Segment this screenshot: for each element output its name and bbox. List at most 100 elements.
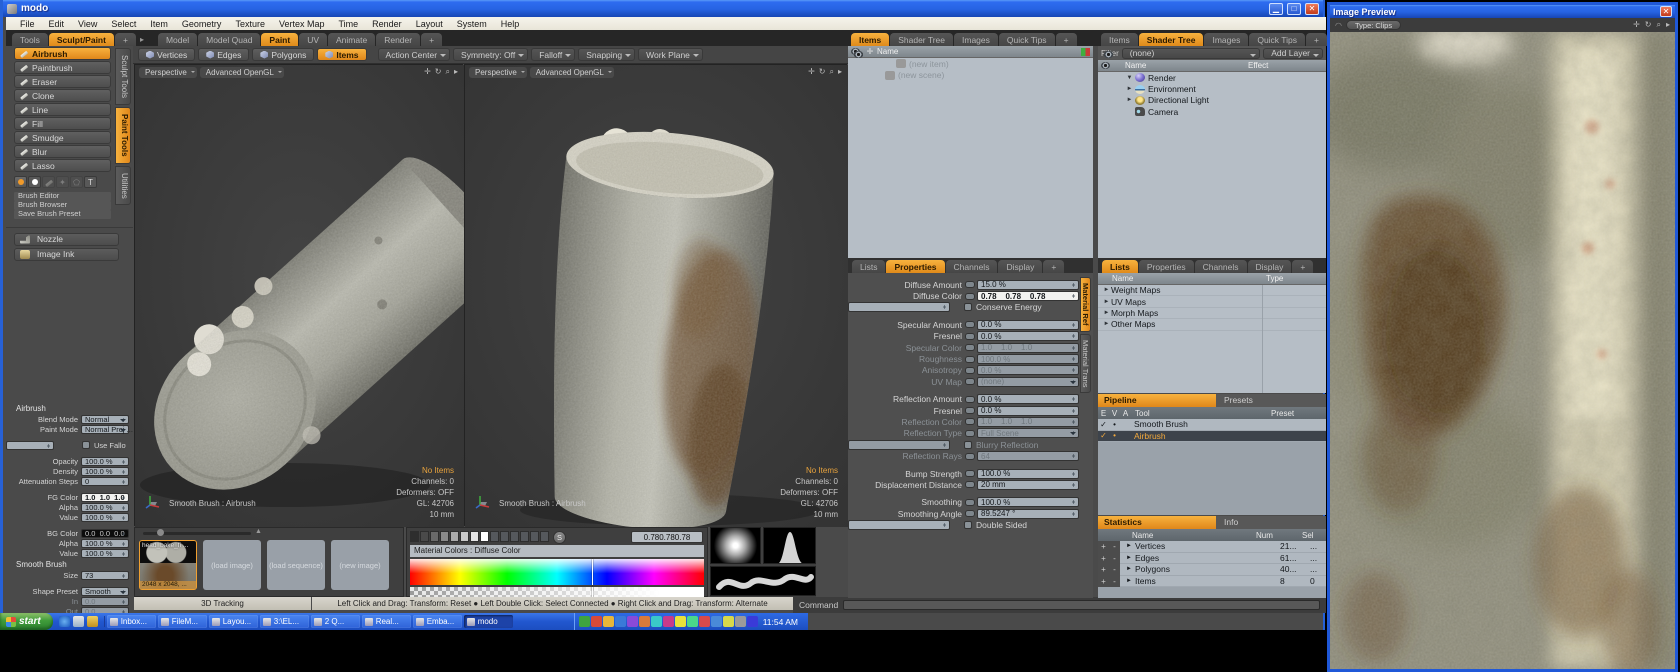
type-clips-dropdown[interactable]: Type: Clips <box>1346 20 1401 30</box>
spinner-icon[interactable] <box>1070 293 1077 299</box>
visible-dot[interactable]: • <box>1109 420 1120 429</box>
panel-tab[interactable]: Items <box>1101 33 1138 46</box>
menu-item[interactable]: View <box>72 19 103 29</box>
statistics-row[interactable]: + - ► Edges 61... ... <box>1098 553 1326 565</box>
swatch-empty[interactable] <box>500 531 509 542</box>
stroke-preview[interactable] <box>710 566 816 596</box>
tray-icon[interactable] <box>651 616 662 627</box>
layout-tab[interactable]: Model <box>158 33 197 46</box>
expand-icon[interactable]: ► <box>1126 566 1135 572</box>
setting-field[interactable] <box>6 441 54 450</box>
property-field[interactable]: 20 mm <box>977 480 1079 490</box>
swatch-empty[interactable] <box>510 531 519 542</box>
mini-toggle[interactable] <box>965 470 975 477</box>
tray-icon[interactable] <box>639 616 650 627</box>
round-tip-button[interactable] <box>14 176 27 188</box>
panel-tab[interactable]: Images <box>954 33 998 46</box>
name-column-header[interactable]: Name <box>1125 61 1146 70</box>
swatch-empty[interactable] <box>520 531 529 542</box>
setting-field[interactable]: 0.0 0.0 0.0 <box>81 529 129 538</box>
enable-check[interactable]: ✓ <box>1098 431 1109 440</box>
panel-tab[interactable]: + <box>1306 33 1327 46</box>
col-sel[interactable]: Sel <box>1302 531 1326 540</box>
pipeline-row[interactable]: ✓ • Airbrush <box>1098 431 1326 443</box>
poly-tip-button[interactable]: ⬠ <box>70 176 83 188</box>
shader-row[interactable]: ► Directional Light <box>1114 95 1326 106</box>
side-tab[interactable]: Sculpt Tools <box>115 48 131 105</box>
add-selection-button[interactable]: + <box>1098 541 1109 553</box>
zoom-icon[interactable]: ⌕ <box>830 67 834 77</box>
expand-icon[interactable]: ► <box>1102 287 1111 293</box>
swatch[interactable] <box>420 531 429 542</box>
load-sequence-slot[interactable]: (load sequence) <box>267 540 325 590</box>
statistics-row[interactable]: + - ► Vertices 21... ... <box>1098 541 1326 553</box>
zoom-icon[interactable]: ⌕ <box>446 67 450 77</box>
selection-mode-button[interactable]: Items <box>317 48 366 61</box>
mini-toggle[interactable] <box>965 510 975 517</box>
toolbar-dropdown[interactable]: Work Plane <box>638 48 703 61</box>
property-field[interactable]: 0.0 % <box>977 394 1079 404</box>
tray-icon[interactable] <box>687 616 698 627</box>
viewport-left[interactable]: Perspective Advanced OpenGL ✛↻⌕▸ No Item… <box>134 64 463 526</box>
side-tab[interactable]: Utilities <box>115 166 131 206</box>
expand-icon[interactable]: ▸ <box>1666 20 1670 30</box>
expand-icon[interactable]: ► <box>1102 299 1111 305</box>
col-tool[interactable]: Tool <box>1131 409 1271 418</box>
setting-field[interactable]: 73 <box>81 571 129 580</box>
spinner-icon[interactable] <box>120 589 127 595</box>
spinner-icon[interactable] <box>1070 430 1077 436</box>
layout-tab[interactable]: Paint <box>261 33 298 46</box>
setting-field[interactable]: 100.0 % <box>81 467 129 476</box>
expand-icon[interactable]: ▼ <box>1125 75 1134 81</box>
spinner-icon[interactable] <box>941 442 948 448</box>
map-row[interactable]: ► Weight Maps <box>1098 285 1326 296</box>
mini-toggle[interactable] <box>965 356 975 363</box>
toggle[interactable] <box>964 441 972 449</box>
nozzle-tool-button[interactable]: Image Ink <box>14 248 119 261</box>
maximize-button[interactable]: □ <box>1287 3 1301 15</box>
material-side-tab[interactable]: Material Ref <box>1080 277 1091 332</box>
swatch[interactable] <box>440 531 449 542</box>
tray-icon[interactable] <box>663 616 674 627</box>
layout-tab[interactable]: UV <box>299 33 327 46</box>
panel-tab[interactable]: Lists <box>852 260 885 273</box>
checkbox[interactable] <box>82 441 90 449</box>
expand-icon[interactable]: ► <box>1102 310 1111 316</box>
pipeline-row[interactable]: ✓ • Smooth Brush <box>1098 419 1326 431</box>
property-field[interactable] <box>848 302 950 312</box>
toolbar-dropdown[interactable]: Snapping <box>578 48 635 61</box>
nozzle-tool-button[interactable]: Nozzle <box>14 233 119 246</box>
texture-preview-image[interactable] <box>1330 32 1675 669</box>
layout-tab[interactable]: Tools <box>12 33 48 46</box>
task-button[interactable]: Inbox... <box>107 615 156 628</box>
shader-row[interactable]: ► Environment <box>1114 83 1326 94</box>
zoom-icon[interactable]: ⌕ <box>1657 20 1661 30</box>
mini-toggle[interactable] <box>965 378 975 385</box>
expand-icon[interactable]: ▸ <box>454 67 458 77</box>
rotate-icon[interactable]: ↻ <box>1645 20 1652 30</box>
modo-titlebar[interactable]: modo ▁ □ ✕ <box>3 0 1323 17</box>
shading-dropdown[interactable]: Advanced OpenGL <box>200 67 284 78</box>
command-input[interactable] <box>843 600 1320 610</box>
slider-step-icon[interactable]: ▲ <box>255 528 262 535</box>
shader-row[interactable]: Camera <box>1114 106 1326 117</box>
remove-selection-button[interactable]: - <box>1109 564 1120 576</box>
layout-tab[interactable]: Animate <box>328 33 375 46</box>
swatch[interactable] <box>480 531 489 542</box>
layout-tab[interactable]: Model Quad <box>198 33 260 46</box>
star-tip-button[interactable]: ✦ <box>56 176 69 188</box>
property-field[interactable]: 1.0 1.0 1.0 <box>977 343 1079 353</box>
close-button[interactable]: ✕ <box>1305 3 1319 15</box>
spinner-icon[interactable] <box>1070 345 1077 351</box>
spinner-icon[interactable] <box>1070 471 1077 477</box>
falloff-curve-preview[interactable] <box>763 527 816 564</box>
tray-icon[interactable] <box>711 616 722 627</box>
new-image-slot[interactable]: (new image) <box>331 540 389 590</box>
mini-toggle[interactable] <box>965 281 975 288</box>
property-field[interactable]: 89.5247 ° <box>977 509 1079 519</box>
spinner-icon[interactable] <box>1070 396 1077 402</box>
load-image-slot[interactable]: (load image) <box>203 540 261 590</box>
swatch-empty[interactable] <box>540 531 549 542</box>
swatch-empty[interactable] <box>490 531 499 542</box>
tab-overflow-icon[interactable]: ▸ <box>136 35 148 46</box>
